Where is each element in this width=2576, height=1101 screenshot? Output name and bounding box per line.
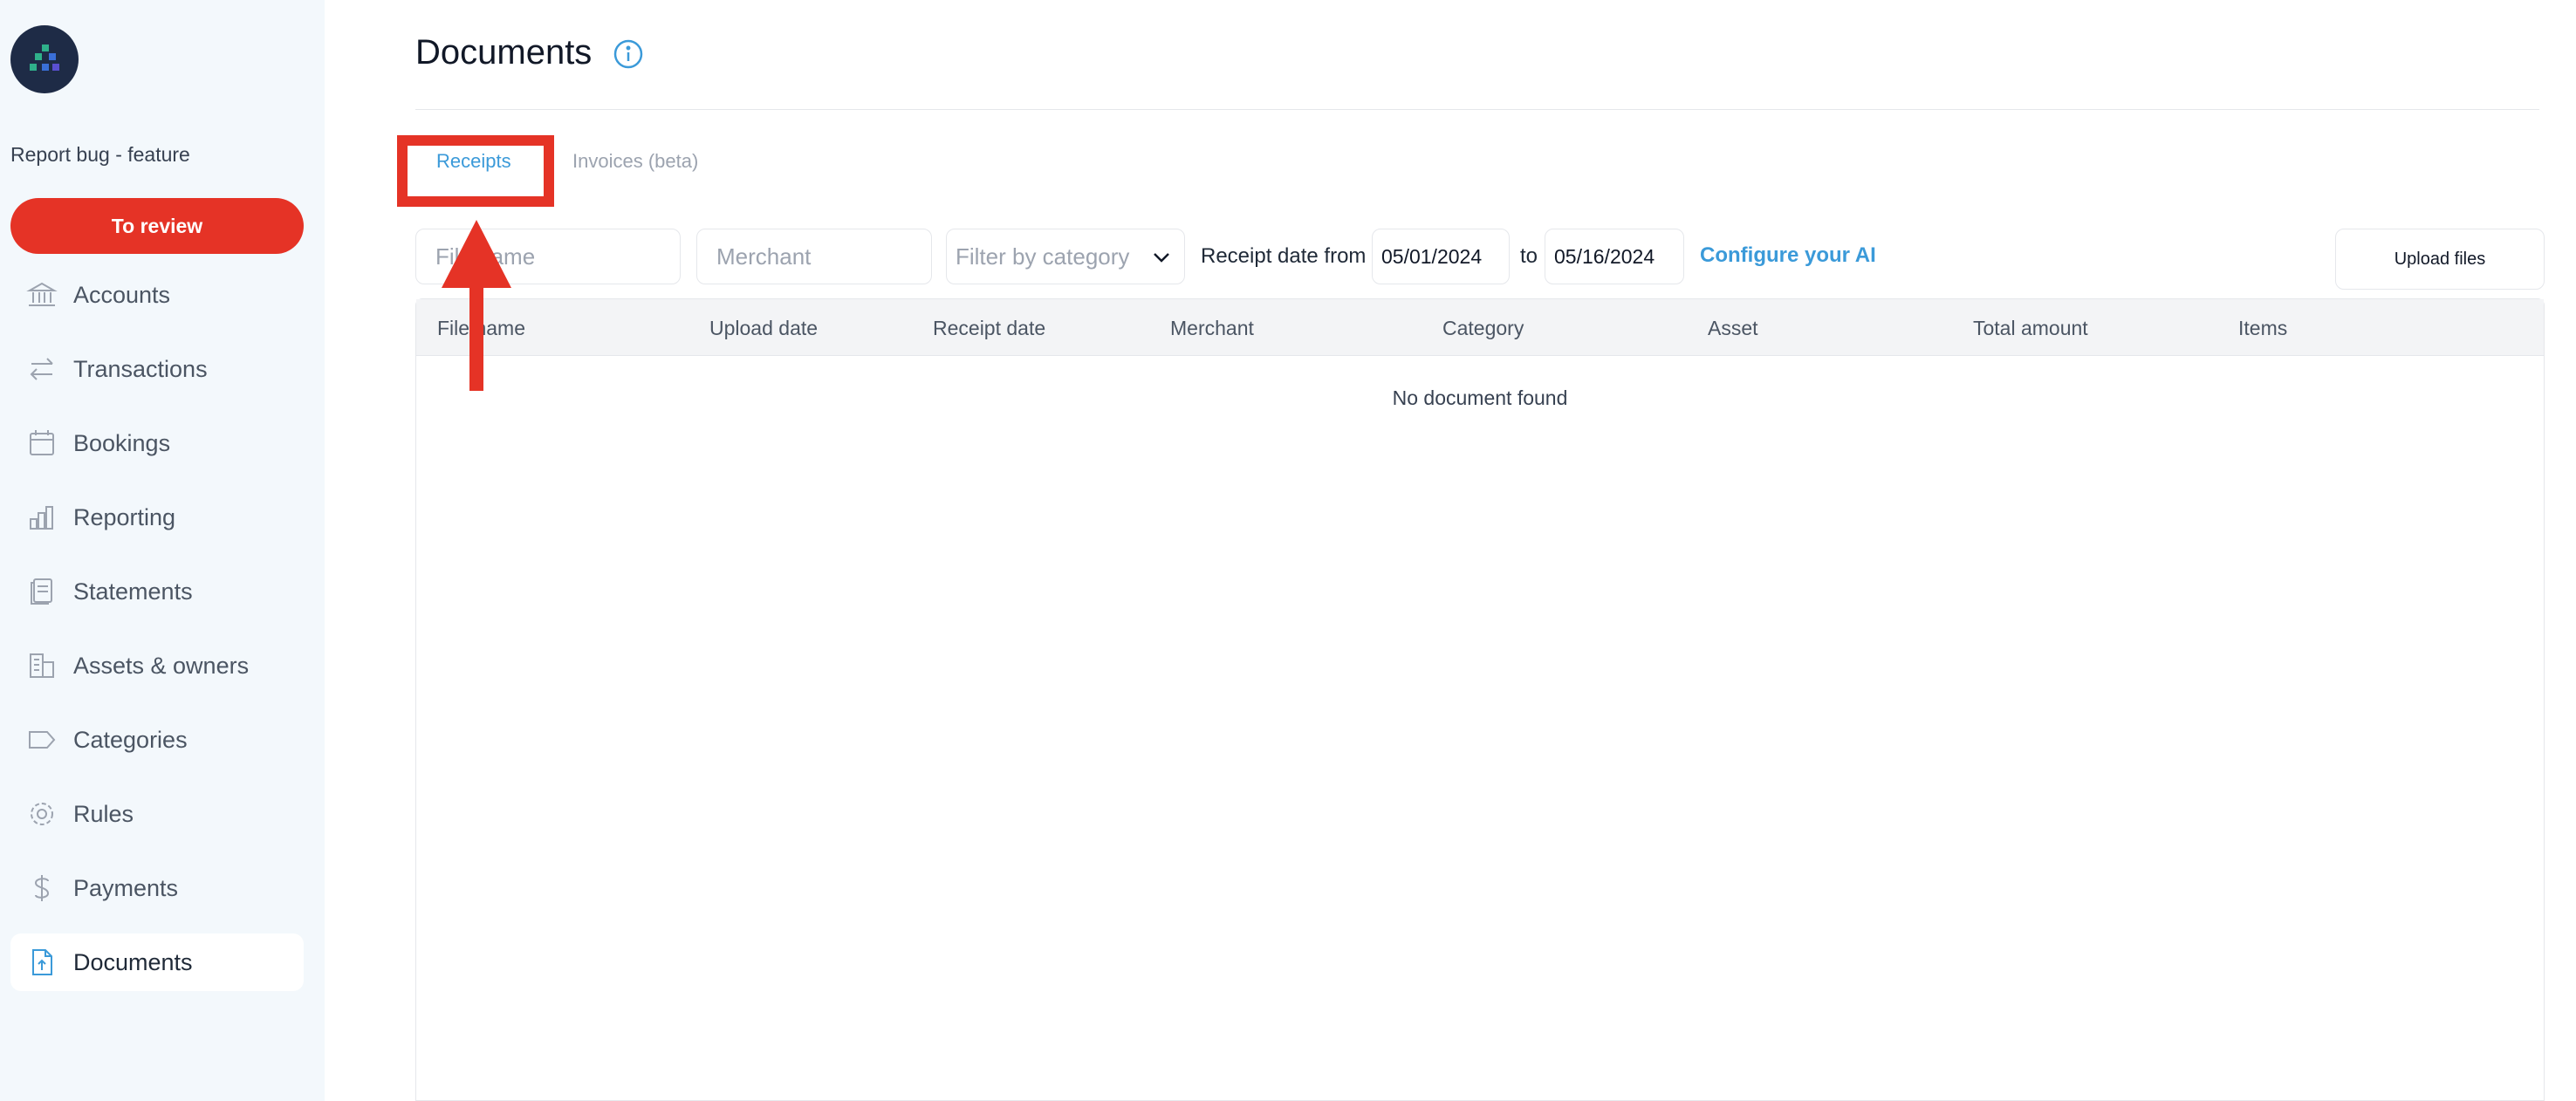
empty-state-message: No document found [1392,386,1568,409]
gear-icon [24,797,59,831]
sidebar-item-label: Categories [73,726,188,753]
sidebar-nav: Accounts Transactions Bookings Reporting… [10,266,304,1008]
tab-invoices[interactable]: Invoices (beta) [572,150,698,173]
dollar-icon [24,871,59,906]
calendar-icon [24,426,59,461]
column-header[interactable]: Asset [1708,317,1758,340]
sidebar-item-statements[interactable]: Statements [10,563,304,620]
sidebar-item-reporting[interactable]: Reporting [10,489,304,546]
page-title: Documents [415,33,593,72]
chevron-down-icon [1151,247,1172,274]
column-header[interactable]: Receipt date [933,317,1045,340]
to-review-button[interactable]: To review [10,198,304,254]
column-header[interactable]: Total amount [1973,317,2088,340]
sidebar-item-label: Documents [73,948,193,975]
sidebar-item-documents[interactable]: Documents [10,933,304,991]
sidebar-item-label: Statements [73,578,193,605]
app-logo[interactable] [10,25,79,93]
sidebar-item-label: Assets & owners [73,652,250,679]
header-divider [415,109,2539,110]
tag-icon [24,722,59,757]
column-header[interactable]: Merchant [1170,317,1254,340]
category-filter-placeholder: Filter by category [956,243,1130,270]
date-to-input[interactable]: 05/16/2024 [1545,229,1684,284]
sidebar-item-label: Accounts [73,281,171,308]
category-filter-select[interactable]: Filter by category [946,229,1185,284]
table-header: File name Upload date Receipt date Merch… [416,299,2544,356]
configure-ai-link[interactable]: Configure your AI [1700,243,1876,268]
merchant-filter-input[interactable]: Merchant [696,229,932,284]
building-icon [24,648,59,683]
bar-chart-icon [24,500,59,535]
sidebar-item-label: Payments [73,874,179,901]
documents-table: File name Upload date Receipt date Merch… [415,298,2545,1101]
report-bug-link[interactable]: Report bug - feature [10,143,190,167]
highlight-box [397,135,554,207]
sidebar-item-assets-owners[interactable]: Assets & owners [10,637,304,694]
document-upload-icon [24,945,59,980]
bank-icon [24,277,59,312]
receipt-date-label: Receipt date from [1201,244,1367,268]
sidebar-item-transactions[interactable]: Transactions [10,340,304,398]
annotation-arrow [442,220,511,391]
sidebar-item-categories[interactable]: Categories [10,711,304,769]
date-to-label: to [1520,244,1538,268]
sidebar-item-rules[interactable]: Rules [10,785,304,843]
sidebar-item-accounts[interactable]: Accounts [10,266,304,324]
sidebar-item-label: Reporting [73,503,176,530]
statements-icon [24,574,59,609]
sidebar-item-bookings[interactable]: Bookings [10,414,304,472]
sidebar-item-label: Transactions [73,355,208,382]
sidebar: Report bug - feature To review Accounts … [0,0,325,1101]
upload-files-button[interactable]: Upload files [2335,229,2545,290]
column-header[interactable]: Upload date [709,317,818,340]
date-from-input[interactable]: 05/01/2024 [1372,229,1510,284]
arrows-icon [24,352,59,386]
sidebar-item-label: Bookings [73,429,171,456]
column-header[interactable]: Category [1442,317,1524,340]
info-icon[interactable] [613,38,644,74]
sidebar-item-label: Rules [73,800,134,827]
sidebar-item-payments[interactable]: Payments [10,859,304,917]
column-header[interactable]: Items [2238,317,2287,340]
